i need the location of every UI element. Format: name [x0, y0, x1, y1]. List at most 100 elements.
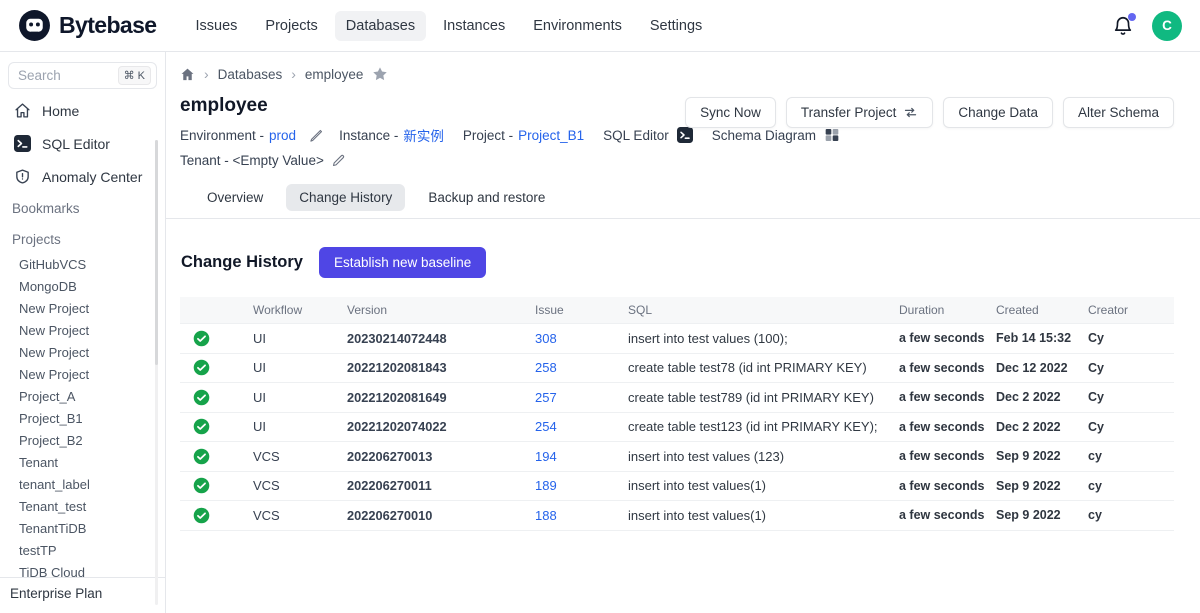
nav-settings[interactable]: Settings [639, 11, 713, 41]
schema-diagram-link[interactable]: Schema Diagram [712, 127, 840, 143]
sync-now-button[interactable]: Sync Now [685, 97, 776, 128]
nav-environments[interactable]: Environments [522, 11, 633, 41]
sidebar-scrollbar-thumb[interactable] [155, 140, 158, 365]
sidebar-item-sql-editor[interactable]: SQL Editor [0, 130, 165, 157]
breadcrumb-separator: › [291, 66, 296, 82]
table-row[interactable]: VCS 202206270013 194 insert into test va… [180, 442, 1174, 472]
cell-created: Feb 14 15:32 [996, 331, 1088, 345]
header-sql: SQL [628, 303, 899, 317]
tab-backup-and-restore[interactable]: Backup and restore [415, 184, 558, 211]
instance-label: Instance - [339, 128, 398, 143]
cell-version: 202206270013 [347, 449, 535, 464]
project-item[interactable]: Project_B2 [0, 430, 165, 452]
status-success-icon [180, 477, 253, 494]
project-item[interactable]: New Project [0, 364, 165, 386]
top-navigation-bar: Bytebase Issues Projects Databases Insta… [0, 0, 1200, 52]
pen-icon[interactable] [309, 128, 324, 143]
cell-created: Sep 9 2022 [996, 508, 1088, 522]
main-nav: Issues Projects Databases Instances Envi… [184, 11, 713, 41]
project-item[interactable]: Tenant_test [0, 496, 165, 518]
search-input[interactable] [18, 68, 88, 83]
header-workflow: Workflow [253, 303, 347, 317]
project-item[interactable]: New Project [0, 342, 165, 364]
search-box[interactable]: ⌘ K [8, 62, 157, 89]
tab-change-history[interactable]: Change History [286, 184, 405, 211]
project-item[interactable]: New Project [0, 298, 165, 320]
bookmark-star-icon[interactable] [372, 66, 388, 82]
transfer-project-button[interactable]: Transfer Project [786, 97, 934, 128]
page-header-left: employee Environment - prod Instance - 新… [180, 95, 685, 168]
button-label: Transfer Project [801, 105, 897, 120]
breadcrumb-home-icon[interactable] [180, 67, 195, 82]
establish-baseline-button[interactable]: Establish new baseline [319, 247, 486, 278]
cell-creator: Cy [1088, 390, 1174, 404]
cell-created: Dec 12 2022 [996, 361, 1088, 375]
issue-link[interactable]: 254 [535, 419, 628, 434]
project-item[interactable]: testTP [0, 540, 165, 562]
cell-workflow: UI [253, 331, 347, 346]
table-row[interactable]: VCS 202206270011 189 insert into test va… [180, 472, 1174, 502]
nav-databases[interactable]: Databases [335, 11, 426, 41]
cell-sql: create table test78 (id int PRIMARY KEY) [628, 360, 899, 375]
change-history-section-header: Change History Establish new baseline [180, 247, 1174, 278]
tab-overview[interactable]: Overview [194, 184, 276, 211]
table-row[interactable]: UI 20221202081649 257 create table test7… [180, 383, 1174, 413]
cell-sql: insert into test values(1) [628, 508, 899, 523]
sidebar-item-anomaly-center[interactable]: Anomaly Center [0, 163, 165, 190]
project-item[interactable]: Tenant [0, 452, 165, 474]
issue-link[interactable]: 258 [535, 360, 628, 375]
schema-diagram-icon [824, 127, 840, 143]
plan-badge[interactable]: Enterprise Plan [0, 577, 165, 613]
breadcrumb-current: employee [305, 67, 364, 82]
cell-version: 20221202081843 [347, 360, 535, 375]
notification-dot [1128, 13, 1136, 21]
table-row[interactable]: VCS 202206270010 188 insert into test va… [180, 501, 1174, 531]
meta-line-2: Tenant - <Empty Value> [180, 153, 685, 168]
terminal-icon [14, 135, 31, 152]
project-item[interactable]: MongoDB [0, 276, 165, 298]
issue-link[interactable]: 308 [535, 331, 628, 346]
issue-link[interactable]: 188 [535, 508, 628, 523]
nav-projects[interactable]: Projects [254, 11, 328, 41]
project-item[interactable]: TenantTiDB [0, 518, 165, 540]
nav-issues[interactable]: Issues [184, 11, 248, 41]
sql-editor-link[interactable]: SQL Editor [603, 127, 693, 143]
status-success-icon [180, 359, 253, 376]
environment-link[interactable]: prod [269, 128, 296, 143]
sidebar-item-home[interactable]: Home [0, 97, 165, 124]
instance-link[interactable]: 新实例 [403, 125, 444, 145]
nav-instances[interactable]: Instances [432, 11, 516, 41]
status-success-icon [180, 448, 253, 465]
meta-project: Project - Project_B1 [463, 128, 584, 143]
project-item[interactable]: Project_A [0, 386, 165, 408]
notifications-bell-icon[interactable] [1112, 15, 1134, 37]
project-item[interactable]: Project_B1 [0, 408, 165, 430]
bytebase-logo[interactable]: Bytebase [18, 9, 156, 42]
database-tabs: Overview Change History Backup and resto… [180, 184, 1174, 211]
issue-link[interactable]: 194 [535, 449, 628, 464]
meta-instance: Instance - 新实例 [339, 125, 444, 145]
alter-schema-button[interactable]: Alter Schema [1063, 97, 1174, 128]
issue-link[interactable]: 257 [535, 390, 628, 405]
project-item[interactable]: tenant_label [0, 474, 165, 496]
table-row[interactable]: UI 20221202074022 254 create table test1… [180, 413, 1174, 443]
breadcrumb-separator: › [204, 66, 209, 82]
cell-sql: insert into test values(1) [628, 478, 899, 493]
table-row[interactable]: UI 20230214072448 308 insert into test v… [180, 324, 1174, 354]
table-row[interactable]: UI 20221202081843 258 create table test7… [180, 354, 1174, 384]
project-item[interactable]: New Project [0, 320, 165, 342]
breadcrumb-databases[interactable]: Databases [218, 67, 283, 82]
user-avatar[interactable]: C [1152, 11, 1182, 41]
cell-creator: Cy [1088, 361, 1174, 375]
sidebar-item-label: Anomaly Center [42, 169, 142, 185]
project-link[interactable]: Project_B1 [518, 128, 584, 143]
change-data-button[interactable]: Change Data [943, 97, 1053, 128]
sidebar-scrollbar[interactable] [155, 140, 158, 605]
cell-sql: insert into test values (100); [628, 331, 899, 346]
issue-link[interactable]: 189 [535, 478, 628, 493]
terminal-icon [677, 127, 693, 143]
change-history-table: Workflow Version Issue SQL Duration Crea… [180, 297, 1174, 531]
header-duration: Duration [899, 303, 996, 317]
project-item[interactable]: GitHubVCS [0, 254, 165, 276]
pencil-edit-icon[interactable] [331, 153, 346, 168]
